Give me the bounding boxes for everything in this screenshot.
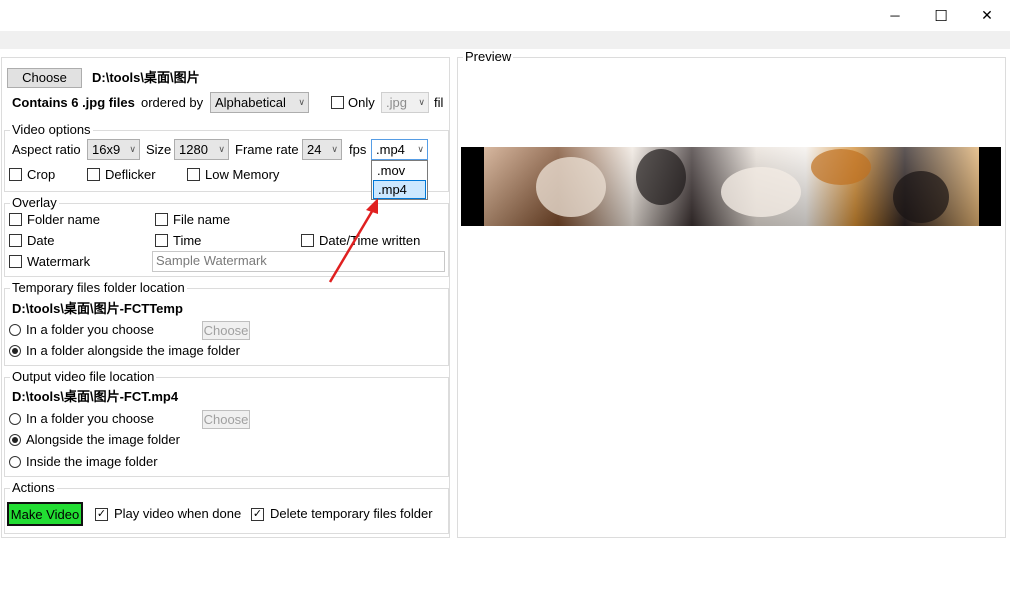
output-choose-label: In a folder you choose: [26, 411, 154, 426]
format-value: .mp4: [376, 142, 405, 157]
output-choose-button[interactable]: Choose: [202, 410, 250, 429]
chevron-down-icon: ∨: [418, 97, 425, 107]
temp-alongside-label: In a folder alongside the image folder: [26, 343, 240, 358]
aspect-ratio-value: 16x9: [92, 142, 121, 157]
temp-folder-path: D:\tools\桌面\图片-FCTTemp: [12, 301, 183, 316]
preview-image: [461, 147, 1001, 226]
aspect-ratio-select[interactable]: 16x9 ∨: [87, 139, 140, 160]
only-ext-value: .jpg: [386, 95, 407, 110]
chevron-down-icon: ∨: [417, 144, 424, 154]
deflicker-checkbox[interactable]: [87, 168, 100, 181]
output-alongside-radio[interactable]: [9, 434, 21, 446]
output-location-legend: Output video file location: [10, 369, 157, 385]
time-checkbox[interactable]: [155, 234, 168, 247]
date-checkbox[interactable]: [9, 234, 22, 247]
only-checkbox[interactable]: [331, 96, 344, 109]
annotation-arrow-icon: [328, 198, 378, 283]
frame-rate-label: Frame rate: [235, 142, 299, 157]
preview-panel: Preview: [457, 49, 1006, 538]
choose-folder-button[interactable]: Choose: [7, 68, 82, 88]
file-name-checkbox[interactable]: [155, 213, 168, 226]
file-name-label: File name: [173, 212, 231, 227]
low-memory-label: Low Memory: [205, 167, 280, 182]
date-time-written-checkbox[interactable]: [301, 234, 314, 247]
fil-label: fil: [434, 95, 444, 110]
file-count-label: Contains 6 .jpg files: [12, 95, 135, 110]
delete-temp-checkbox[interactable]: ✓: [251, 508, 264, 521]
deflicker-label: Deflicker: [105, 167, 156, 182]
output-inside-radio[interactable]: [9, 456, 21, 468]
low-memory-checkbox[interactable]: [187, 168, 200, 181]
chevron-down-icon: ∨: [129, 144, 136, 154]
format-select[interactable]: .mp4 ∨: [371, 139, 428, 160]
aspect-ratio-label: Aspect ratio: [12, 142, 81, 157]
overlay-legend: Overlay: [10, 195, 59, 211]
order-select[interactable]: Alphabetical ∨: [210, 92, 309, 113]
minimize-button[interactable]: ─: [872, 0, 918, 31]
maximize-icon: ☐: [934, 7, 948, 25]
watermark-checkbox[interactable]: [9, 255, 22, 268]
temp-alongside-radio[interactable]: [9, 345, 21, 357]
format-option-mov[interactable]: .mov: [373, 162, 426, 181]
menu-strip: [0, 31, 1010, 49]
close-icon: ✕: [981, 7, 993, 23]
make-video-button[interactable]: Make Video: [7, 502, 83, 526]
chevron-down-icon: ∨: [298, 97, 305, 107]
size-select[interactable]: 1280 ∨: [174, 139, 229, 160]
chevron-down-icon: ∨: [331, 144, 338, 154]
only-ext-select[interactable]: .jpg ∨: [381, 92, 429, 113]
folder-name-checkbox[interactable]: [9, 213, 22, 226]
temp-choose-button[interactable]: Choose: [202, 321, 250, 340]
minimize-icon: ─: [890, 8, 900, 23]
play-when-done-label: Play video when done: [114, 506, 242, 521]
chevron-down-icon: ∨: [218, 144, 225, 154]
title-bar: ─ ☐ ✕: [0, 0, 1010, 31]
ordered-by-label: ordered by: [141, 95, 204, 110]
crop-label: Crop: [27, 167, 56, 182]
close-button[interactable]: ✕: [964, 0, 1010, 31]
output-file-path: D:\tools\桌面\图片-FCT.mp4: [12, 389, 179, 404]
size-value: 1280: [179, 142, 208, 157]
folder-name-label: Folder name: [27, 212, 100, 227]
frame-rate-select[interactable]: 24 ∨: [302, 139, 342, 160]
output-choose-radio[interactable]: [9, 413, 21, 425]
frame-rate-value: 24: [307, 142, 322, 157]
temp-choose-radio[interactable]: [9, 324, 21, 336]
actions-legend: Actions: [10, 480, 57, 496]
date-label: Date: [27, 233, 55, 248]
delete-temp-label: Delete temporary files folder: [270, 506, 433, 521]
size-label: Size: [146, 142, 172, 157]
fps-label: fps: [349, 142, 367, 157]
play-when-done-checkbox[interactable]: ✓: [95, 508, 108, 521]
temp-folder-legend: Temporary files folder location: [10, 280, 187, 296]
output-inside-label: Inside the image folder: [26, 454, 158, 469]
watermark-label: Watermark: [27, 254, 91, 269]
watermark-input[interactable]: Sample Watermark: [152, 251, 445, 272]
output-alongside-label: Alongside the image folder: [26, 432, 180, 447]
maximize-button[interactable]: ☐: [918, 0, 964, 31]
temp-choose-label: In a folder you choose: [26, 322, 154, 337]
time-label: Time: [173, 233, 202, 248]
only-label: Only: [348, 95, 375, 110]
source-folder-path: D:\tools\桌面\图片: [92, 70, 200, 85]
preview-legend: Preview: [463, 49, 514, 65]
video-options-legend: Video options: [10, 122, 93, 138]
crop-checkbox[interactable]: [9, 168, 22, 181]
order-select-value: Alphabetical: [215, 95, 286, 110]
